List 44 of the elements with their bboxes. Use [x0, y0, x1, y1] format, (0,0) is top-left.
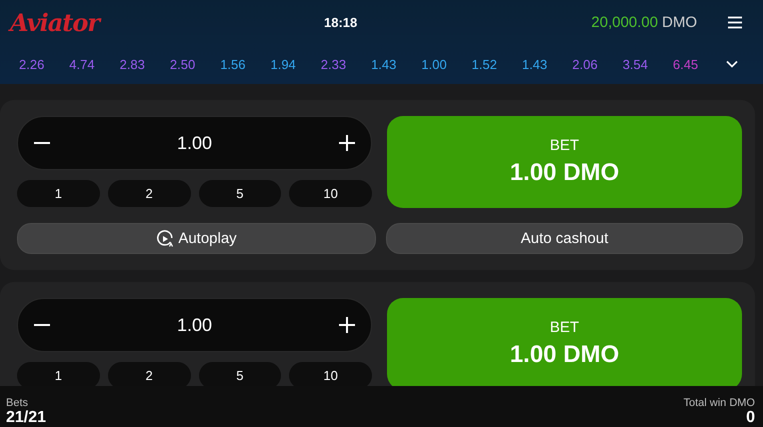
balance-amount: 20,000.00 [591, 14, 658, 30]
total-win-label: Total win DMO [683, 397, 755, 409]
stake-field[interactable]: 1.00 [17, 298, 372, 352]
amount-button[interactable]: 1 [17, 362, 100, 386]
stake-value: 1.00 [176, 314, 212, 336]
multiplier: 1.00 [421, 56, 448, 72]
play-circle-icon [156, 230, 174, 248]
clock-time: 18:18 [323, 14, 358, 30]
stake-field[interactable]: 1.00 [17, 116, 372, 170]
multiplier: 2.83 [120, 56, 146, 72]
multiplier: 1.52 [472, 56, 498, 72]
plus-icon [338, 316, 356, 334]
logo: Aviator [10, 8, 102, 36]
plus-icon [338, 134, 356, 152]
amount-button[interactable]: 10 [289, 362, 372, 386]
bets-count: 21/21 [6, 409, 46, 427]
stake-value: 1.00 [176, 132, 212, 154]
multiplier: 1.43 [522, 56, 548, 72]
multiplier: 2.26 [19, 56, 46, 72]
auto-cashout-button[interactable]: Auto cashout [386, 223, 743, 254]
autoplay-button[interactable]: Autoplay [17, 223, 376, 254]
multiplier: 1.94 [270, 56, 297, 72]
multiplier: 1.43 [371, 56, 398, 72]
menu-icon [727, 16, 743, 28]
amount-button[interactable]: 10 [289, 180, 372, 207]
menu-button[interactable] [727, 16, 743, 28]
multiplier: 2.33 [320, 56, 348, 72]
total-win-value: 0 [746, 409, 755, 427]
chevron-down-icon [726, 60, 738, 68]
multiplier: 3.54 [622, 56, 649, 72]
multiplier: 6.45 [672, 56, 700, 72]
minus-icon [33, 142, 51, 144]
multiplier: 4.74 [69, 56, 96, 72]
amount-button[interactable]: 1 [17, 180, 100, 207]
amount-button[interactable]: 2 [108, 180, 190, 207]
minus-icon [33, 324, 51, 326]
multiplier: 2.06 [572, 56, 599, 72]
amount-button[interactable]: 2 [108, 362, 190, 386]
bets-label: Bets [6, 397, 30, 409]
multiplier: 2.50 [170, 56, 196, 72]
balance-currency: DMO [662, 14, 697, 30]
amount-button[interactable]: 5 [198, 180, 282, 207]
amount-button[interactable]: 5 [198, 362, 282, 386]
multiplier: 1.56 [220, 56, 246, 72]
